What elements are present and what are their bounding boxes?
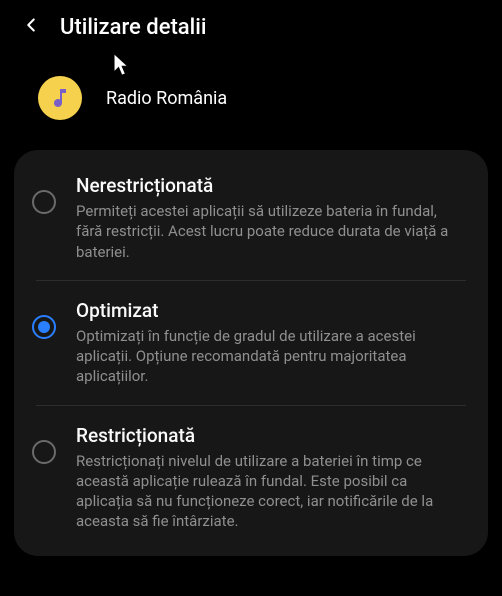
option-optimized[interactable]: Optimizat Optimizați în funcție de gradu… bbox=[14, 281, 488, 405]
radio-optimized[interactable] bbox=[32, 315, 56, 339]
option-text: Optimizat Optimizați în funcție de gradu… bbox=[76, 299, 466, 387]
option-title: Nerestricționată bbox=[76, 174, 466, 197]
back-icon[interactable] bbox=[20, 14, 42, 40]
option-text: Nerestricționată Permiteți acestei aplic… bbox=[76, 174, 466, 262]
option-unrestricted[interactable]: Nerestricționată Permiteți acestei aplic… bbox=[14, 156, 488, 280]
option-description: Optimizați în funcție de gradul de utili… bbox=[76, 326, 466, 387]
app-name: Radio România bbox=[106, 88, 227, 109]
options-card: Nerestricționată Permiteți acestei aplic… bbox=[14, 150, 488, 556]
radio-unrestricted[interactable] bbox=[32, 190, 56, 214]
option-restricted[interactable]: Restricționată Restricționați nivelul de… bbox=[14, 406, 488, 550]
page-title: Utilizare detalii bbox=[60, 15, 206, 40]
app-music-icon bbox=[38, 76, 82, 120]
option-title: Optimizat bbox=[76, 299, 466, 322]
option-description: Permiteți acestei aplicații să utilizeze… bbox=[76, 201, 466, 262]
option-text: Restricționată Restricționați nivelul de… bbox=[76, 424, 466, 532]
radio-restricted[interactable] bbox=[32, 440, 56, 464]
option-title: Restricționată bbox=[76, 424, 466, 447]
option-description: Restricționați nivelul de utilizare a ba… bbox=[76, 451, 466, 532]
header: Utilizare detalii bbox=[0, 0, 502, 48]
app-row: Radio România bbox=[0, 48, 502, 144]
